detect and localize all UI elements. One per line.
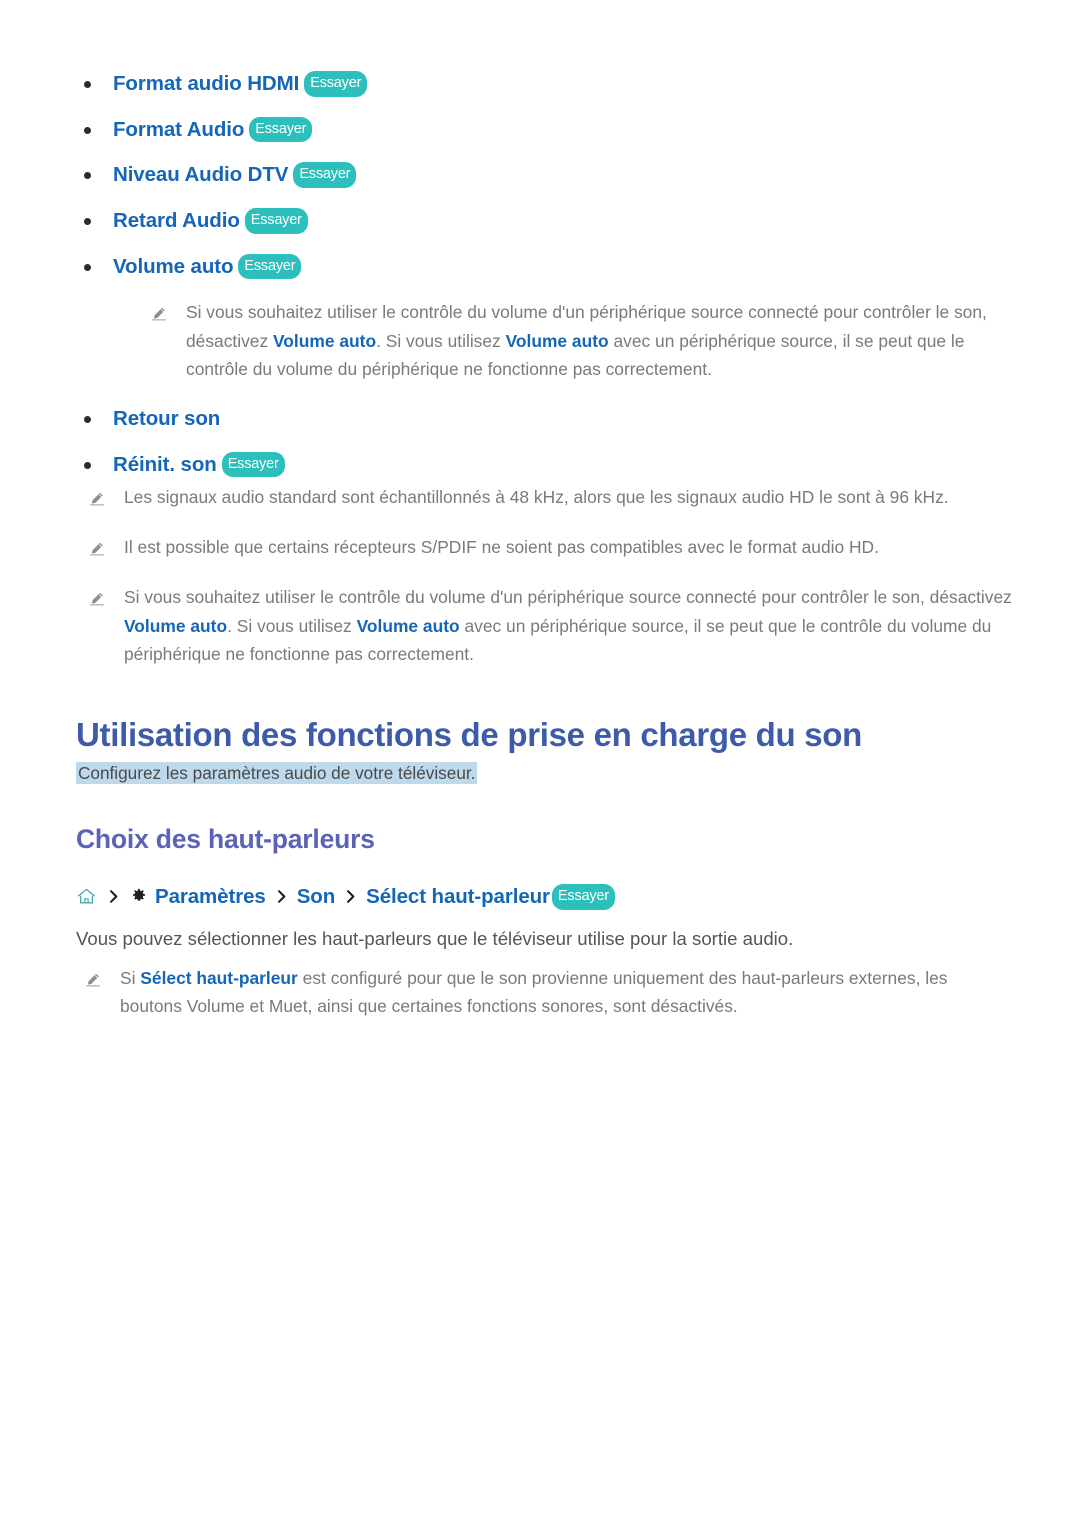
menu-item-text: Réinit. son [113, 452, 217, 476]
page-title: Utilisation des fonctions de prise en ch… [76, 716, 862, 753]
menu-item-label: Format audio HDMI Essayer [113, 70, 368, 98]
try-badge[interactable]: Essayer [304, 71, 368, 97]
try-badge[interactable]: Essayer [221, 451, 285, 478]
notes-section: Les signaux audio standard sont échantil… [78, 483, 1014, 690]
menu-item-label: Volume auto Essayer [113, 253, 302, 281]
inline-link-volume-auto[interactable]: Volume auto [273, 331, 376, 351]
subsection-header: Choix des haut-parleurs [76, 823, 375, 856]
breadcrumb-wrap: Paramètres Son Sélect haut-parleur Essay… [76, 884, 615, 910]
try-badge[interactable]: Essayer [238, 253, 302, 280]
breadcrumb[interactable]: Paramètres Son Sélect haut-parleur Essay… [76, 884, 615, 910]
bullet-dot-icon [84, 218, 91, 226]
note-spdif-compat: Il est possible que certains récepteurs … [88, 533, 1014, 561]
inline-link-volume-auto[interactable]: Volume auto [506, 331, 609, 351]
page-subtitle: Configurez les paramètres audio de votre… [76, 762, 478, 785]
note-volume-auto: Si vous souhaitez utiliser le contrôle d… [150, 298, 1006, 383]
pencil-icon [150, 305, 168, 323]
menu-item-list-continued: Retour son Réinit. son Essayer [60, 405, 1006, 478]
bullet-dot-icon [84, 263, 91, 271]
note-segment: . Si vous utilisez [227, 615, 357, 636]
note-speaker-select: Si Sélect haut-parleur est configuré pou… [84, 964, 1010, 1020]
note-speaker-select-wrap: Si Sélect haut-parleur est configuré pou… [84, 964, 1010, 1036]
chevron-right-icon [342, 888, 359, 905]
menu-item-label: Retour son [113, 406, 221, 430]
menu-item-text: Volume auto [113, 254, 234, 278]
try-badge[interactable]: Essayer [551, 884, 615, 910]
subsection-title: Choix des haut-parleurs [76, 824, 375, 854]
try-badge[interactable]: Essayer [244, 208, 308, 234]
body-paragraph-wrap: Vous pouvez sélectionner les haut-parleu… [76, 924, 793, 954]
pencil-icon [84, 971, 102, 989]
note-segment: Si [120, 968, 141, 988]
body-paragraph: Vous pouvez sélectionner les haut-parleu… [76, 928, 794, 949]
bullet-dot-icon [84, 126, 91, 134]
subtitle-wrap: Configurez les paramètres audio de votre… [76, 761, 862, 787]
inline-link-volume-auto[interactable]: Volume auto [357, 616, 460, 636]
manual-page: Format audio HDMI Essayer Format Audio Ess… [0, 0, 1080, 1527]
bullet-dot-icon [84, 461, 91, 469]
pencil-icon [88, 590, 106, 608]
pencil-icon [88, 490, 106, 508]
list-item[interactable]: Format audio HDMI Essayer [60, 70, 1006, 98]
list-item[interactable]: Volume auto Essayer [60, 253, 1006, 281]
try-badge[interactable]: Essayer [293, 162, 357, 188]
inline-link-volume-auto[interactable]: Volume auto [124, 616, 227, 636]
note-text: Si vous souhaitez utiliser le contrôle d… [186, 298, 1006, 383]
note-text: Il est possible que certains récepteurs … [124, 537, 879, 558]
note-text: Les signaux audio standard sont échantil… [124, 487, 949, 507]
note-volume-control: Si vous souhaitez utiliser le contrôle d… [88, 583, 1014, 668]
list-item[interactable]: Niveau Audio DTV Essayer [60, 161, 1006, 189]
list-item[interactable]: Format Audio Essayer [60, 116, 1006, 144]
bullet-dot-icon [84, 172, 91, 180]
try-badge[interactable]: Essayer [249, 116, 313, 143]
home-icon[interactable] [76, 886, 97, 907]
list-item[interactable]: Retour son [60, 405, 1006, 433]
menu-item-text: Format audio HDMI [113, 72, 300, 95]
bullet-dot-icon [84, 415, 91, 423]
inline-link-select-haut-parleur[interactable]: Sélect haut-parleur [140, 968, 298, 988]
menu-item-text: Retard Audio [113, 209, 240, 233]
breadcrumb-item-parametres[interactable]: Paramètres [155, 885, 266, 909]
menu-item-label: Réinit. son Essayer [113, 451, 285, 479]
menu-item-text: Niveau Audio DTV [113, 163, 289, 187]
note-segment: Si vous souhaitez utiliser le contrôle d… [124, 587, 1012, 608]
note-sampling-rate: Les signaux audio standard sont échantil… [88, 483, 1014, 511]
menu-item-list: Format audio HDMI Essayer Format Audio Ess… [60, 70, 1006, 280]
audio-settings-list: Format audio HDMI Essayer Format Audio Ess… [60, 70, 1006, 496]
menu-item-label: Niveau Audio DTV Essayer [113, 161, 357, 189]
note-text: Si vous souhaitez utiliser le contrôle d… [124, 583, 1014, 668]
breadcrumb-item-son[interactable]: Son [297, 885, 336, 909]
pencil-icon [88, 540, 106, 558]
menu-item-text: Format Audio [113, 117, 245, 141]
chevron-right-icon [105, 888, 122, 905]
breadcrumb-item-select-haut-parleur[interactable]: Sélect haut-parleur [366, 885, 550, 909]
list-item[interactable]: Retard Audio Essayer [60, 207, 1006, 235]
menu-item-label: Format Audio Essayer [113, 116, 313, 144]
note-text: Si Sélect haut-parleur est configuré pou… [120, 964, 1010, 1020]
menu-item-label: Retard Audio Essayer [113, 207, 308, 235]
chevron-right-icon [273, 888, 290, 905]
section-header: Utilisation des fonctions de prise en ch… [76, 714, 862, 787]
list-item[interactable]: Réinit. son Essayer [60, 451, 1006, 479]
bullet-dot-icon [84, 81, 91, 88]
gear-icon[interactable] [129, 887, 149, 907]
note-segment: . Si vous utilisez [376, 330, 506, 351]
